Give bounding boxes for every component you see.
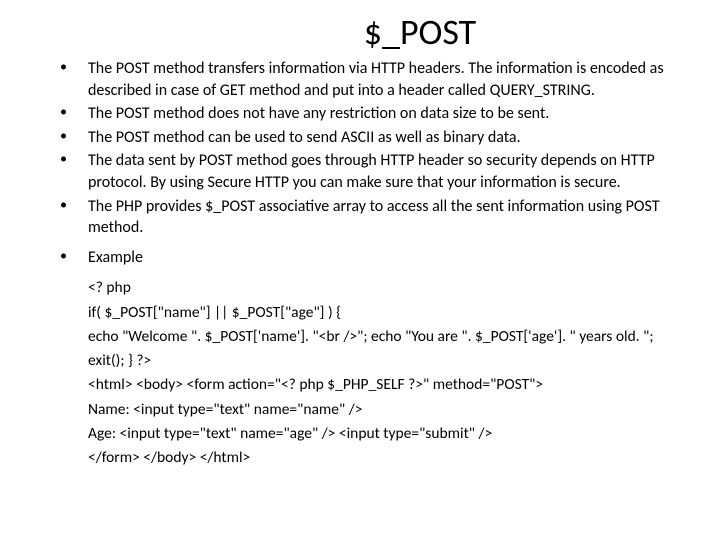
code-line: <? php [88,276,680,299]
bullet-item: The POST method transfers information vi… [60,58,680,101]
bullet-item: The POST method does not have any restri… [60,103,680,125]
example-heading: Example [60,247,680,269]
code-line: </form> </body> </html> [88,446,680,469]
bullet-item: The POST method can be used to send ASCI… [60,127,680,149]
code-line: Name: <input type="text" name="name" /> [88,398,680,421]
code-line: exit(); } ?> [88,349,680,372]
code-line: Age: <input type="text" name="age" /> <i… [88,422,680,445]
bullet-item: The data sent by POST method goes throug… [60,150,680,193]
code-line: if( $_POST["name"] || $_POST["age"] ) { [88,301,680,324]
code-line: echo "Welcome ". $_POST['name']. "<br />… [88,325,680,348]
bullet-list: The POST method transfers information vi… [60,58,680,268]
code-line: <html> <body> <form action="<? php $_PHP… [88,373,680,396]
bullet-item: The PHP provides $_POST associative arra… [60,196,680,239]
slide-title: $_POST [160,10,680,54]
code-block: <? php if( $_POST["name"] || $_POST["age… [60,276,680,469]
